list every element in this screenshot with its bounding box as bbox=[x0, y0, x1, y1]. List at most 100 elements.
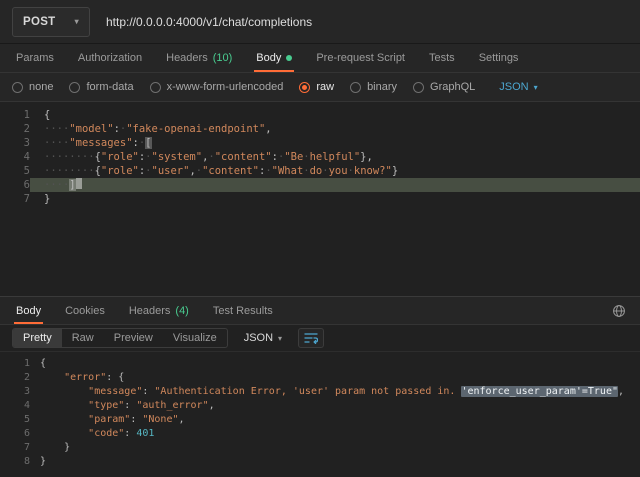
body-has-content-dot bbox=[286, 55, 292, 61]
tab-label: Params bbox=[16, 52, 54, 64]
line-number: 7 bbox=[0, 441, 30, 455]
tab-label: Authorization bbox=[78, 52, 142, 64]
request-tab-authorization[interactable]: Authorization bbox=[66, 44, 154, 72]
code-line: 8} bbox=[0, 455, 640, 469]
code-text: ····"messages":·[ bbox=[30, 136, 640, 150]
body-mode-binary[interactable]: binary bbox=[350, 81, 397, 93]
response-language-label: JSON bbox=[244, 332, 273, 344]
line-number: 1 bbox=[0, 357, 30, 371]
request-tab-pre-request-script[interactable]: Pre-request Script bbox=[304, 44, 417, 72]
tab-label: Pre-request Script bbox=[316, 52, 405, 64]
radio-icon bbox=[350, 82, 361, 93]
code-line: 1{ bbox=[0, 108, 640, 122]
code-line: 3····"messages":·[ bbox=[0, 136, 640, 150]
response-view-preview[interactable]: Preview bbox=[104, 329, 163, 347]
code-text: "type": "auth_error", bbox=[30, 399, 640, 413]
body-mode-x-www-form-urlencoded[interactable]: x-www-form-urlencoded bbox=[150, 81, 284, 93]
code-text: "error": { bbox=[30, 371, 640, 385]
body-mode-raw[interactable]: raw bbox=[299, 81, 334, 93]
line-number: 8 bbox=[0, 455, 30, 469]
request-language-label: JSON bbox=[499, 81, 528, 93]
tab-label: Tests bbox=[429, 52, 455, 64]
line-number: 7 bbox=[0, 192, 30, 206]
wrap-lines-icon bbox=[304, 332, 318, 344]
code-text: } bbox=[30, 455, 640, 469]
line-number: 3 bbox=[0, 136, 30, 150]
code-text: ········{"role":·"system",·"content":·"B… bbox=[30, 150, 640, 164]
body-mode-none[interactable]: none bbox=[12, 81, 53, 93]
wrap-lines-button[interactable] bbox=[298, 328, 324, 348]
request-tab-headers[interactable]: Headers (10) bbox=[154, 44, 244, 72]
body-mode-label: form-data bbox=[86, 81, 133, 93]
line-number: 2 bbox=[0, 122, 30, 136]
line-number: 3 bbox=[0, 385, 30, 399]
globe-icon[interactable] bbox=[612, 304, 626, 318]
code-text: ····] bbox=[30, 178, 640, 192]
code-text: "param": "None", bbox=[30, 413, 640, 427]
code-line: 6 "code": 401 bbox=[0, 427, 640, 441]
line-number: 2 bbox=[0, 371, 30, 385]
tab-label: Test Results bbox=[213, 305, 273, 317]
url-input[interactable]: http://0.0.0.0:4000/v1/chat/completions bbox=[106, 15, 628, 29]
response-tab-body[interactable]: Body bbox=[4, 297, 53, 324]
response-toolbar: PrettyRawPreviewVisualize JSON ▾ bbox=[0, 325, 640, 352]
chevron-down-icon: ▾ bbox=[75, 17, 79, 26]
code-text: "code": 401 bbox=[30, 427, 640, 441]
response-tab-test-results[interactable]: Test Results bbox=[201, 297, 285, 324]
radio-icon bbox=[413, 82, 424, 93]
code-line: 2 "error": { bbox=[0, 371, 640, 385]
code-line: 4 "type": "auth_error", bbox=[0, 399, 640, 413]
request-body-editor[interactable]: 1{2····"model":·"fake-openai-endpoint",3… bbox=[0, 102, 640, 296]
radio-icon bbox=[150, 82, 161, 93]
code-line: 6····] bbox=[0, 178, 640, 192]
method-label: POST bbox=[23, 16, 56, 28]
tab-label: Body bbox=[16, 305, 41, 317]
method-dropdown[interactable]: POST ▾ bbox=[12, 7, 90, 37]
request-url-bar: POST ▾ http://0.0.0.0:4000/v1/chat/compl… bbox=[0, 0, 640, 44]
line-number: 4 bbox=[0, 150, 30, 164]
code-line: 3 "message": "Authentication Error, 'use… bbox=[0, 385, 640, 399]
tab-count-badge: (10) bbox=[213, 52, 233, 64]
response-language-dropdown[interactable]: JSON ▾ bbox=[244, 332, 282, 344]
response-view-raw[interactable]: Raw bbox=[62, 329, 104, 347]
response-tabs: Body CookiesHeaders(4) Test Results bbox=[0, 296, 640, 325]
response-view-toggle: PrettyRawPreviewVisualize bbox=[12, 328, 228, 348]
radio-icon bbox=[69, 82, 80, 93]
response-tab-headers[interactable]: Headers(4) bbox=[117, 297, 201, 324]
code-line: 2····"model":·"fake-openai-endpoint", bbox=[0, 122, 640, 136]
code-line: 1{ bbox=[0, 357, 640, 371]
body-mode-label: x-www-form-urlencoded bbox=[167, 81, 284, 93]
code-text: { bbox=[30, 108, 640, 122]
radio-icon bbox=[12, 82, 23, 93]
line-number: 5 bbox=[0, 413, 30, 427]
request-tab-body[interactable]: Body bbox=[244, 44, 304, 72]
code-text: } bbox=[30, 441, 640, 455]
response-view-visualize[interactable]: Visualize bbox=[163, 329, 227, 347]
line-number: 1 bbox=[0, 108, 30, 122]
response-tab-cookies[interactable]: Cookies bbox=[53, 297, 117, 324]
line-number: 6 bbox=[0, 178, 30, 192]
body-mode-label: binary bbox=[367, 81, 397, 93]
body-mode-form-data[interactable]: form-data bbox=[69, 81, 133, 93]
chevron-down-icon: ▾ bbox=[278, 334, 282, 343]
code-text: { bbox=[30, 357, 640, 371]
tab-label: Headers bbox=[166, 52, 208, 64]
postman-window: POST ▾ http://0.0.0.0:4000/v1/chat/compl… bbox=[0, 0, 640, 477]
code-line: 7} bbox=[0, 192, 640, 206]
tab-label: Settings bbox=[479, 52, 519, 64]
response-body-editor[interactable]: 1{2 "error": {3 "message": "Authenticati… bbox=[0, 352, 640, 477]
code-text: ····"model":·"fake-openai-endpoint", bbox=[30, 122, 640, 136]
chevron-down-icon: ▾ bbox=[534, 83, 538, 92]
tab-count-badge: (4) bbox=[175, 305, 188, 317]
request-language-dropdown[interactable]: JSON ▾ bbox=[499, 81, 537, 93]
request-tab-params[interactable]: Params bbox=[4, 44, 66, 72]
text-cursor bbox=[76, 178, 82, 189]
code-text: "message": "Authentication Error, 'user'… bbox=[30, 385, 640, 399]
response-view-pretty[interactable]: Pretty bbox=[13, 329, 62, 347]
code-line: 5 "param": "None", bbox=[0, 413, 640, 427]
request-tab-tests[interactable]: Tests bbox=[417, 44, 467, 72]
body-mode-graphql[interactable]: GraphQL bbox=[413, 81, 475, 93]
code-text: } bbox=[30, 192, 640, 206]
tab-label: Body bbox=[256, 52, 281, 64]
request-tab-settings[interactable]: Settings bbox=[467, 44, 531, 72]
